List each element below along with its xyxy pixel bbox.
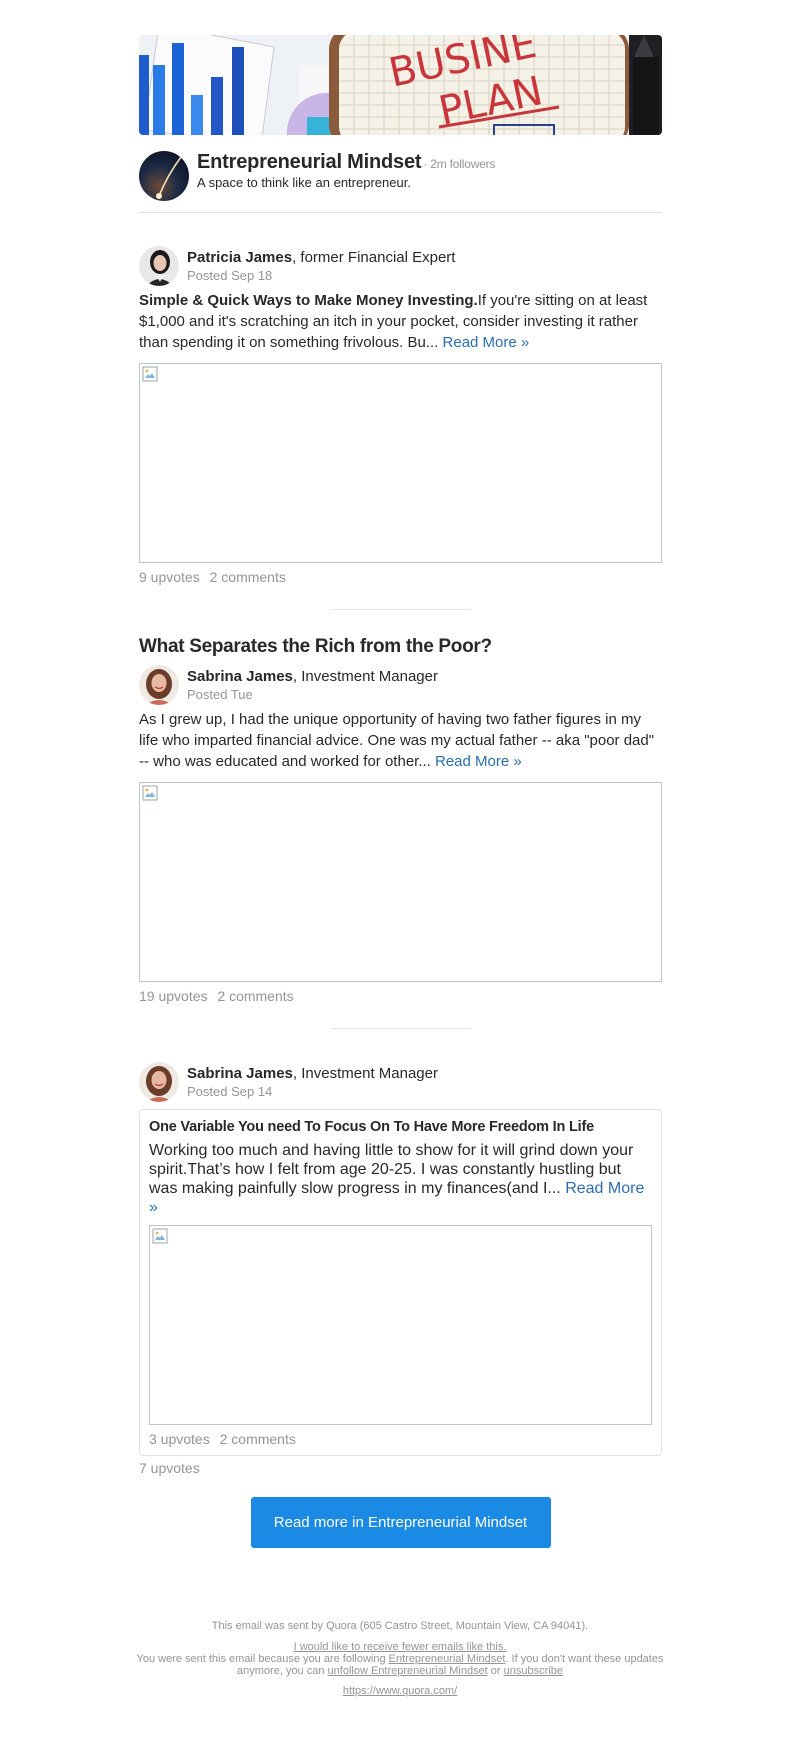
author-line: Patricia James, former Financial Expert: [187, 249, 455, 266]
upvote-count[interactable]: 3 upvotes: [149, 1431, 210, 1447]
footer-space-link[interactable]: Entrepreneurial Mindset: [389, 1653, 506, 1665]
post-stats: 19 upvotes 2 comments: [139, 988, 662, 1004]
unsubscribe-link[interactable]: unsubscribe: [504, 1665, 563, 1677]
avatar[interactable]: [139, 1062, 179, 1102]
upvote-count[interactable]: 9 upvotes: [139, 569, 200, 585]
post-divider: [330, 1028, 471, 1029]
shared-post-excerpt[interactable]: Working too much and having little to sh…: [149, 1141, 652, 1217]
space-header: Entrepreneurial Mindset · 2m followers A …: [139, 135, 662, 213]
post-author: Sabrina James, Investment Manager Posted…: [139, 1062, 662, 1106]
author-name[interactable]: Sabrina James: [187, 1065, 293, 1082]
space-name-line: Entrepreneurial Mindset · 2m followers: [197, 151, 495, 174]
unfollow-link[interactable]: unfollow Entrepreneurial Mindset: [328, 1665, 488, 1677]
upvote-count[interactable]: 7 upvotes: [139, 1460, 200, 1476]
broken-image-icon: [142, 785, 158, 801]
post-image[interactable]: [139, 782, 662, 982]
post-date[interactable]: Posted Sep 18: [187, 268, 272, 283]
email-footer: This email was sent by Quora (605 Castro…: [0, 1620, 800, 1697]
author-line: Sabrina James, Investment Manager: [187, 668, 438, 685]
comment-count[interactable]: 2 comments: [217, 988, 293, 1004]
post-1: Patricia James, former Financial Expert …: [139, 246, 662, 585]
space-followers: · 2m followers: [423, 157, 496, 171]
footer-reason-prefix: You were sent this email because you are…: [136, 1653, 389, 1665]
post-2: What Separates the Rich from the Poor? S…: [139, 636, 662, 1004]
post-author: Sabrina James, Investment Manager Posted…: [139, 665, 662, 709]
footer-or: or: [487, 1665, 504, 1677]
fewer-emails-link[interactable]: I would like to receive fewer emails lik…: [294, 1641, 507, 1653]
banner-illustration: BUSINE PLAN: [139, 35, 662, 135]
author-name[interactable]: Patricia James: [187, 249, 292, 266]
author-line: Sabrina James, Investment Manager: [187, 1065, 438, 1082]
comment-count[interactable]: 2 comments: [210, 569, 286, 585]
post-divider: [330, 609, 471, 610]
post-excerpt[interactable]: Simple & Quick Ways to Make Money Invest…: [139, 290, 662, 353]
post-image[interactable]: [139, 363, 662, 563]
post-author: Patricia James, former Financial Expert …: [139, 246, 662, 290]
space-tagline: A space to think like an entrepreneur.: [197, 175, 411, 190]
author-credential: , Investment Manager: [292, 668, 438, 685]
question-title[interactable]: What Separates the Rich from the Poor?: [139, 636, 662, 658]
author-name[interactable]: Sabrina James: [187, 668, 293, 685]
shared-post-card[interactable]: One Variable You need To Focus On To Hav…: [139, 1109, 662, 1456]
quora-url-link[interactable]: https://www.quora.com/: [343, 1685, 457, 1697]
shared-excerpt-text: Working too much and having little to sh…: [149, 1142, 634, 1197]
avatar[interactable]: [139, 246, 179, 286]
read-more-link[interactable]: Read More »: [443, 334, 530, 351]
post-stats: 9 upvotes 2 comments: [139, 569, 662, 585]
avatar[interactable]: [139, 665, 179, 705]
author-credential: , former Financial Expert: [292, 249, 456, 266]
read-more-in-space-button[interactable]: Read more in Entrepreneurial Mindset: [250, 1497, 551, 1548]
post-date[interactable]: Posted Tue: [187, 687, 253, 702]
upvote-count[interactable]: 19 upvotes: [139, 988, 208, 1004]
post-3: Sabrina James, Investment Manager Posted…: [139, 1062, 662, 1476]
space-name[interactable]: Entrepreneurial Mindset: [197, 151, 422, 173]
shared-post-title[interactable]: One Variable You need To Focus On To Hav…: [149, 1119, 652, 1135]
shared-post-stats: 3 upvotes 2 comments: [149, 1431, 652, 1447]
footer-sent-by: This email was sent by Quora (605 Castro…: [211, 1620, 589, 1632]
email-body: BUSINE PLAN Entrepreneurial Mindset · 2m…: [139, 35, 662, 1548]
footer-reason: You were sent this email because you are…: [115, 1653, 685, 1677]
comment-count[interactable]: 2 comments: [220, 1431, 296, 1447]
space-avatar[interactable]: [139, 151, 189, 201]
post-stats: 7 upvotes: [139, 1460, 662, 1476]
read-more-link[interactable]: Read More »: [435, 753, 522, 770]
post-date[interactable]: Posted Sep 14: [187, 1084, 272, 1099]
post-excerpt-text: As I grew up, I had the unique opportuni…: [139, 711, 655, 770]
broken-image-icon: [152, 1228, 168, 1244]
space-banner-image[interactable]: BUSINE PLAN: [139, 35, 662, 135]
shared-post-image[interactable]: [149, 1225, 652, 1425]
post-excerpt[interactable]: As I grew up, I had the unique opportuni…: [139, 709, 662, 772]
post-lead: Simple & Quick Ways to Make Money Invest…: [139, 292, 478, 309]
broken-image-icon: [142, 366, 158, 382]
author-credential: , Investment Manager: [292, 1065, 438, 1082]
